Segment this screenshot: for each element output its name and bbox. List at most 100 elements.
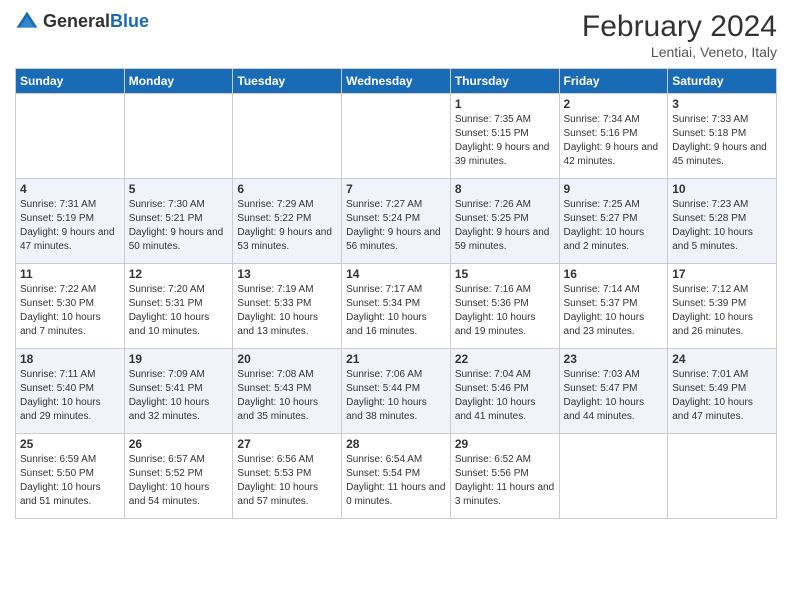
day-cell [668, 434, 777, 519]
day-info: Sunrise: 7:17 AM Sunset: 5:34 PM Dayligh… [346, 283, 446, 339]
day-info: Sunrise: 7:14 AM Sunset: 5:37 PM Dayligh… [564, 283, 664, 339]
day-number: 1 [455, 97, 555, 111]
day-info: Sunrise: 6:56 AM Sunset: 5:53 PM Dayligh… [237, 453, 337, 509]
location: Lentiai, Veneto, Italy [582, 44, 777, 60]
logo-text: GeneralBlue [43, 12, 149, 32]
day-number: 6 [237, 182, 337, 196]
day-number: 24 [672, 352, 772, 366]
day-cell: 23Sunrise: 7:03 AM Sunset: 5:47 PM Dayli… [559, 349, 668, 434]
day-cell: 22 Sunrise: 7:04 AM Sunset: 5:46 PM Dayli… [450, 349, 559, 434]
day-number: 2 [564, 97, 664, 111]
day-cell: 24 Sunrise: 7:01 AM Sunset: 5:49 PM Dayli… [668, 349, 777, 434]
header: GeneralBlue February 2024 Lentiai, Venet… [15, 10, 777, 60]
day-cell: 6 Sunrise: 7:29 AM Sunset: 5:22 PM Daylig… [233, 179, 342, 264]
day-number: 12 [129, 267, 229, 281]
day-info: Sunrise: 6:57 AM Sunset: 5:52 PM Dayligh… [129, 453, 229, 509]
day-info: Sunrise: 7:04 AM Sunset: 5:46 PM Dayligh… [455, 368, 555, 424]
day-number: 11 [20, 267, 120, 281]
day-info: Sunrise: 7:06 AM Sunset: 5:44 PM Dayligh… [346, 368, 446, 424]
day-number: 7 [346, 182, 446, 196]
day-number: 18 [20, 352, 120, 366]
calendar-table: Sunday Monday Tuesday Wednesday Thursday… [15, 68, 777, 519]
col-wednesday: Wednesday [342, 69, 451, 94]
day-cell: 21 Sunrise: 7:06 AM Sunset: 5:44 PM Dayli… [342, 349, 451, 434]
day-cell: 19 Sunrise: 7:09 AM Sunset: 5:41 PM Dayli… [124, 349, 233, 434]
logo-general: General [43, 11, 110, 31]
col-saturday: Saturday [668, 69, 777, 94]
page-container: GeneralBlue February 2024 Lentiai, Venet… [0, 0, 792, 529]
week-row-1: 1 Sunrise: 7:35 AM Sunset: 5:15 PM Daylig… [16, 94, 777, 179]
day-info: Sunrise: 7:30 AM Sunset: 5:21 PM Dayligh… [129, 198, 229, 254]
day-cell: 20 Sunrise: 7:08 AM Sunset: 5:43 PM Dayli… [233, 349, 342, 434]
week-row-2: 4 Sunrise: 7:31 AM Sunset: 5:19 PM Daylig… [16, 179, 777, 264]
day-number: 3 [672, 97, 772, 111]
col-sunday: Sunday [16, 69, 125, 94]
day-info: Sunrise: 7:35 AM Sunset: 5:15 PM Dayligh… [455, 113, 555, 169]
day-cell: 12 Sunrise: 7:20 AM Sunset: 5:31 PM Dayli… [124, 264, 233, 349]
day-info: Sunrise: 7:19 AM Sunset: 5:33 PM Dayligh… [237, 283, 337, 339]
day-cell [559, 434, 668, 519]
day-cell: 29Sunrise: 6:52 AM Sunset: 5:56 PM Dayli… [450, 434, 559, 519]
day-cell: 9 Sunrise: 7:25 AM Sunset: 5:27 PM Daylig… [559, 179, 668, 264]
day-cell: 17 Sunrise: 7:12 AM Sunset: 5:39 PM Dayli… [668, 264, 777, 349]
col-thursday: Thursday [450, 69, 559, 94]
day-info: Sunrise: 7:16 AM Sunset: 5:36 PM Dayligh… [455, 283, 555, 339]
day-cell: 27 Sunrise: 6:56 AM Sunset: 5:53 PM Dayli… [233, 434, 342, 519]
day-info: Sunrise: 7:12 AM Sunset: 5:39 PM Dayligh… [672, 283, 772, 339]
day-number: 4 [20, 182, 120, 196]
day-info: Sunrise: 6:59 AM Sunset: 5:50 PM Dayligh… [20, 453, 120, 509]
day-info: Sunrise: 7:29 AM Sunset: 5:22 PM Dayligh… [237, 198, 337, 254]
month-title: February 2024 [582, 10, 777, 44]
title-block: February 2024 Lentiai, Veneto, Italy [582, 10, 777, 60]
day-number: 22 [455, 352, 555, 366]
day-number: 5 [129, 182, 229, 196]
day-info: Sunrise: 7:01 AM Sunset: 5:49 PM Dayligh… [672, 368, 772, 424]
day-cell: 11Sunrise: 7:22 AM Sunset: 5:30 PM Dayli… [16, 264, 125, 349]
day-cell: 4 Sunrise: 7:31 AM Sunset: 5:19 PM Daylig… [16, 179, 125, 264]
day-number: 15 [455, 267, 555, 281]
day-number: 10 [672, 182, 772, 196]
day-number: 27 [237, 437, 337, 451]
day-info: Sunrise: 7:23 AM Sunset: 5:28 PM Dayligh… [672, 198, 772, 254]
day-number: 19 [129, 352, 229, 366]
day-cell [342, 94, 451, 179]
day-cell: 14Sunrise: 7:17 AM Sunset: 5:34 PM Dayli… [342, 264, 451, 349]
day-cell: 7 Sunrise: 7:27 AM Sunset: 5:24 PM Daylig… [342, 179, 451, 264]
day-info: Sunrise: 6:52 AM Sunset: 5:56 PM Dayligh… [455, 453, 555, 509]
day-cell: 3 Sunrise: 7:33 AM Sunset: 5:18 PM Daylig… [668, 94, 777, 179]
day-cell [233, 94, 342, 179]
day-info: Sunrise: 7:27 AM Sunset: 5:24 PM Dayligh… [346, 198, 446, 254]
day-cell [16, 94, 125, 179]
day-info: Sunrise: 7:25 AM Sunset: 5:27 PM Dayligh… [564, 198, 664, 254]
day-number: 16 [564, 267, 664, 281]
day-cell: 15 Sunrise: 7:16 AM Sunset: 5:36 PM Dayli… [450, 264, 559, 349]
day-cell: 18 Sunrise: 7:11 AM Sunset: 5:40 PM Dayli… [16, 349, 125, 434]
day-info: Sunrise: 7:09 AM Sunset: 5:41 PM Dayligh… [129, 368, 229, 424]
col-monday: Monday [124, 69, 233, 94]
day-info: Sunrise: 7:26 AM Sunset: 5:25 PM Dayligh… [455, 198, 555, 254]
day-number: 8 [455, 182, 555, 196]
header-row: Sunday Monday Tuesday Wednesday Thursday… [16, 69, 777, 94]
week-row-4: 18 Sunrise: 7:11 AM Sunset: 5:40 PM Dayli… [16, 349, 777, 434]
day-cell: 26 Sunrise: 6:57 AM Sunset: 5:52 PM Dayli… [124, 434, 233, 519]
day-cell: 8 Sunrise: 7:26 AM Sunset: 5:25 PM Daylig… [450, 179, 559, 264]
day-number: 25 [20, 437, 120, 451]
day-info: Sunrise: 7:08 AM Sunset: 5:43 PM Dayligh… [237, 368, 337, 424]
day-info: Sunrise: 7:11 AM Sunset: 5:40 PM Dayligh… [20, 368, 120, 424]
day-number: 28 [346, 437, 446, 451]
day-info: Sunrise: 6:54 AM Sunset: 5:54 PM Dayligh… [346, 453, 446, 509]
day-number: 13 [237, 267, 337, 281]
day-info: Sunrise: 7:20 AM Sunset: 5:31 PM Dayligh… [129, 283, 229, 339]
day-number: 21 [346, 352, 446, 366]
day-number: 23 [564, 352, 664, 366]
day-number: 26 [129, 437, 229, 451]
day-number: 9 [564, 182, 664, 196]
day-number: 20 [237, 352, 337, 366]
day-info: Sunrise: 7:31 AM Sunset: 5:19 PM Dayligh… [20, 198, 120, 254]
day-cell [124, 94, 233, 179]
day-number: 17 [672, 267, 772, 281]
day-cell: 13 Sunrise: 7:19 AM Sunset: 5:33 PM Dayli… [233, 264, 342, 349]
logo-icon [15, 10, 39, 34]
day-cell: 2Sunrise: 7:34 AM Sunset: 5:16 PM Daylig… [559, 94, 668, 179]
day-info: Sunrise: 7:33 AM Sunset: 5:18 PM Dayligh… [672, 113, 772, 169]
